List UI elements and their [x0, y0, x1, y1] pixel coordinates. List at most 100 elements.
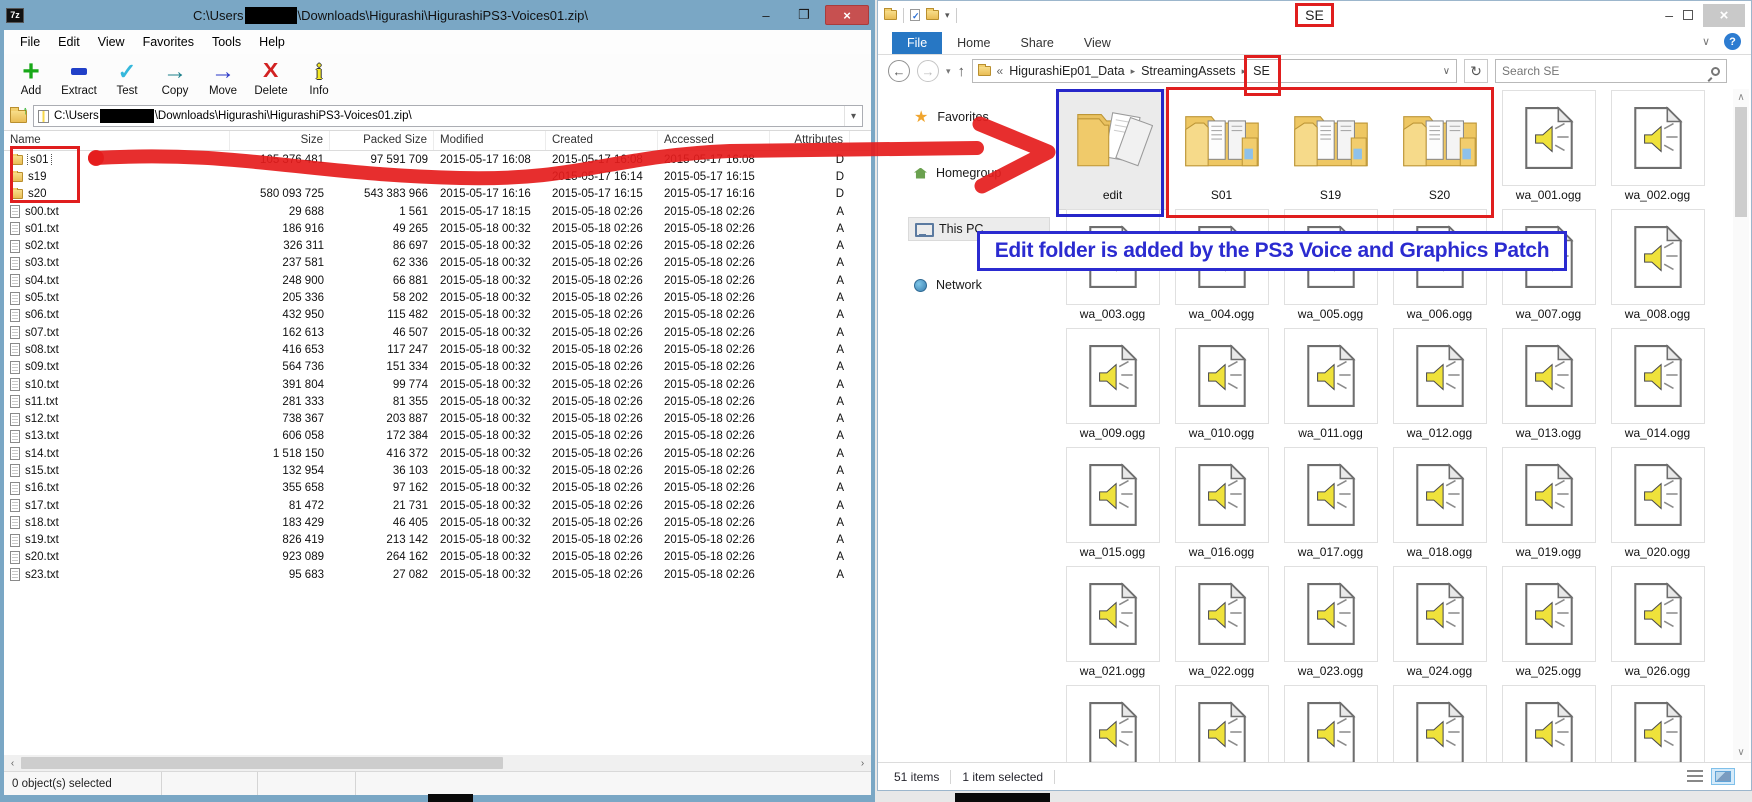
tab-home[interactable]: Home — [942, 32, 1005, 54]
minimize-ribbon-icon[interactable]: ∨ — [1702, 35, 1710, 48]
grid-item-wa_006.ogg[interactable]: wa_006.ogg — [1385, 209, 1494, 328]
sidebar-item-favorites[interactable]: ★Favorites — [908, 105, 1050, 129]
grid-item-wa_008.ogg[interactable]: wa_008.ogg — [1603, 209, 1712, 328]
7zip-address-combobox[interactable]: C:\Users\Downloads\Higurashi\HigurashiPS… — [33, 105, 863, 127]
tab-share[interactable]: Share — [1006, 32, 1069, 54]
grid-item[interactable] — [1276, 685, 1385, 762]
info-button[interactable]: Info — [296, 56, 342, 100]
horizontal-scrollbar[interactable]: ‹ › — [4, 755, 871, 771]
recent-locations-icon[interactable]: ▾ — [946, 66, 951, 77]
grid-item[interactable] — [1058, 685, 1167, 762]
table-row[interactable]: s23.txt 95 683 27 082 2015-05-18 00:32 2… — [4, 566, 871, 583]
grid-item-wa_002.ogg[interactable]: wa_002.ogg — [1603, 90, 1712, 209]
table-row[interactable]: s12.txt 738 367 203 887 2015-05-18 00:32… — [4, 410, 871, 427]
grid-item-wa_005.ogg[interactable]: wa_005.ogg — [1276, 209, 1385, 328]
grid-item-wa_018.ogg[interactable]: wa_018.ogg — [1385, 447, 1494, 566]
scrollbar-thumb[interactable] — [21, 757, 503, 769]
sidebar-item-network[interactable]: Network — [908, 273, 1050, 297]
grid-item-wa_017.ogg[interactable]: wa_017.ogg — [1276, 447, 1385, 566]
grid-item-s19[interactable]: S19 — [1276, 90, 1385, 209]
scroll-right-icon[interactable]: › — [854, 755, 871, 771]
menu-view[interactable]: View — [90, 32, 133, 52]
table-row[interactable]: s16.txt 355 658 97 162 2015-05-18 00:32 … — [4, 480, 871, 497]
minimize-button[interactable]: – — [1665, 7, 1673, 23]
table-row[interactable]: s18.txt 183 429 46 405 2015-05-18 00:32 … — [4, 514, 871, 531]
grid-item-wa_024.ogg[interactable]: wa_024.ogg — [1385, 566, 1494, 685]
table-row[interactable]: s07.txt 162 613 46 507 2015-05-18 00:32 … — [4, 324, 871, 341]
tab-view[interactable]: View — [1069, 32, 1126, 54]
grid-item-wa_026.ogg[interactable]: wa_026.ogg — [1603, 566, 1712, 685]
breadcrumb-item-streamingassets[interactable]: StreamingAssets — [1137, 62, 1239, 80]
delete-button[interactable]: Delete — [248, 56, 294, 100]
column-header-packed-size[interactable]: Packed Size — [330, 131, 434, 150]
scroll-left-icon[interactable]: ‹ — [4, 755, 21, 771]
breadcrumb-item-higurashiep01_data[interactable]: HigurashiEp01_Data — [1005, 62, 1128, 80]
grid-item-wa_010.ogg[interactable]: wa_010.ogg — [1167, 328, 1276, 447]
address-bar[interactable]: « HigurashiEp01_Data▸StreamingAssets▸SE … — [972, 59, 1457, 83]
folder-icon[interactable] — [926, 10, 939, 20]
menu-edit[interactable]: Edit — [50, 32, 88, 52]
scroll-up-icon[interactable]: ∧ — [1737, 89, 1744, 105]
table-row[interactable]: s09.txt 564 736 151 334 2015-05-18 00:32… — [4, 359, 871, 376]
table-row[interactable]: s01.txt 186 916 49 265 2015-05-18 00:32 … — [4, 220, 871, 237]
details-view-icon[interactable] — [1687, 770, 1703, 783]
grid-item-wa_015.ogg[interactable]: wa_015.ogg — [1058, 447, 1167, 566]
move-button[interactable]: Move — [200, 56, 246, 100]
maximize-button[interactable] — [1683, 10, 1693, 20]
grid-item-wa_012.ogg[interactable]: wa_012.ogg — [1385, 328, 1494, 447]
breadcrumb-item-se[interactable]: SE — [1248, 62, 1275, 80]
grid-item-wa_020.ogg[interactable]: wa_020.ogg — [1603, 447, 1712, 566]
grid-item[interactable] — [1385, 685, 1494, 762]
maximize-button[interactable]: ❒ — [787, 5, 821, 25]
table-row[interactable]: s06.txt 432 950 115 482 2015-05-18 00:32… — [4, 307, 871, 324]
grid-item-wa_021.ogg[interactable]: wa_021.ogg — [1058, 566, 1167, 685]
table-row[interactable]: s11.txt 281 333 81 355 2015-05-18 00:32 … — [4, 393, 871, 410]
column-header-accessed[interactable]: Accessed — [658, 131, 770, 150]
grid-item[interactable] — [1494, 685, 1603, 762]
column-header-size[interactable]: Size — [230, 131, 330, 150]
search-input[interactable] — [1502, 64, 1711, 78]
refresh-icon[interactable]: ↻ — [1464, 59, 1488, 83]
test-button[interactable]: Test — [104, 56, 150, 100]
table-row[interactable]: s20 580 093 725 543 383 966 2015-05-17 1… — [4, 186, 871, 203]
table-row[interactable]: s20.txt 923 089 264 162 2015-05-18 00:32… — [4, 549, 871, 566]
minimize-button[interactable]: – — [749, 5, 783, 25]
column-header-attributes[interactable]: Attributes — [770, 131, 850, 150]
extract-button[interactable]: Extract — [56, 56, 102, 100]
forward-button[interactable]: → — [917, 60, 939, 82]
table-row[interactable]: s01 105 376 481 97 591 709 2015-05-17 16… — [4, 151, 871, 168]
column-header-modified[interactable]: Modified — [434, 131, 546, 150]
table-row[interactable]: s02.txt 326 311 86 697 2015-05-18 00:32 … — [4, 237, 871, 254]
up-one-level-icon[interactable] — [10, 110, 27, 123]
folder-icon[interactable] — [884, 10, 897, 20]
grid-item-wa_019.ogg[interactable]: wa_019.ogg — [1494, 447, 1603, 566]
grid-item-edit[interactable]: edit — [1058, 90, 1167, 209]
column-header-created[interactable]: Created — [546, 131, 658, 150]
menu-file[interactable]: File — [12, 32, 48, 52]
table-row[interactable]: s13.txt 606 058 172 384 2015-05-18 00:32… — [4, 428, 871, 445]
close-button[interactable]: × — [825, 5, 869, 25]
new-item-icon[interactable] — [910, 9, 920, 21]
grid-item-wa_001.ogg[interactable]: wa_001.ogg — [1494, 90, 1603, 209]
grid-item-wa_003.ogg[interactable]: wa_003.ogg — [1058, 209, 1167, 328]
table-row[interactable]: s19 2015-05-17 16:14 2015-05-17 16:15 D — [4, 168, 871, 185]
sidebar-item-this-pc[interactable]: This PC — [908, 217, 1050, 241]
table-row[interactable]: s14.txt 1 518 150 416 372 2015-05-18 00:… — [4, 445, 871, 462]
chevron-down-icon[interactable]: ▾ — [945, 10, 950, 21]
explorer-titlebar[interactable]: ▾ – × — [878, 1, 1751, 29]
menu-tools[interactable]: Tools — [204, 32, 249, 52]
table-row[interactable]: s17.txt 81 472 21 731 2015-05-18 00:32 2… — [4, 497, 871, 514]
grid-item-wa_025.ogg[interactable]: wa_025.ogg — [1494, 566, 1603, 685]
scrollbar-thumb[interactable] — [1735, 107, 1747, 217]
scroll-down-icon[interactable]: ∨ — [1737, 744, 1744, 760]
grid-item-wa_022.ogg[interactable]: wa_022.ogg — [1167, 566, 1276, 685]
grid-item-wa_004.ogg[interactable]: wa_004.ogg — [1167, 209, 1276, 328]
chevron-down-icon[interactable]: ▾ — [844, 106, 862, 126]
close-button[interactable]: × — [1703, 4, 1745, 27]
add-button[interactable]: Add — [8, 56, 54, 100]
up-button[interactable]: ↑ — [958, 63, 966, 80]
grid-item-wa_009.ogg[interactable]: wa_009.ogg — [1058, 328, 1167, 447]
grid-item-wa_014.ogg[interactable]: wa_014.ogg — [1603, 328, 1712, 447]
table-row[interactable]: s00.txt 29 688 1 561 2015-05-17 18:15 20… — [4, 203, 871, 220]
grid-item-s20[interactable]: S20 — [1385, 90, 1494, 209]
